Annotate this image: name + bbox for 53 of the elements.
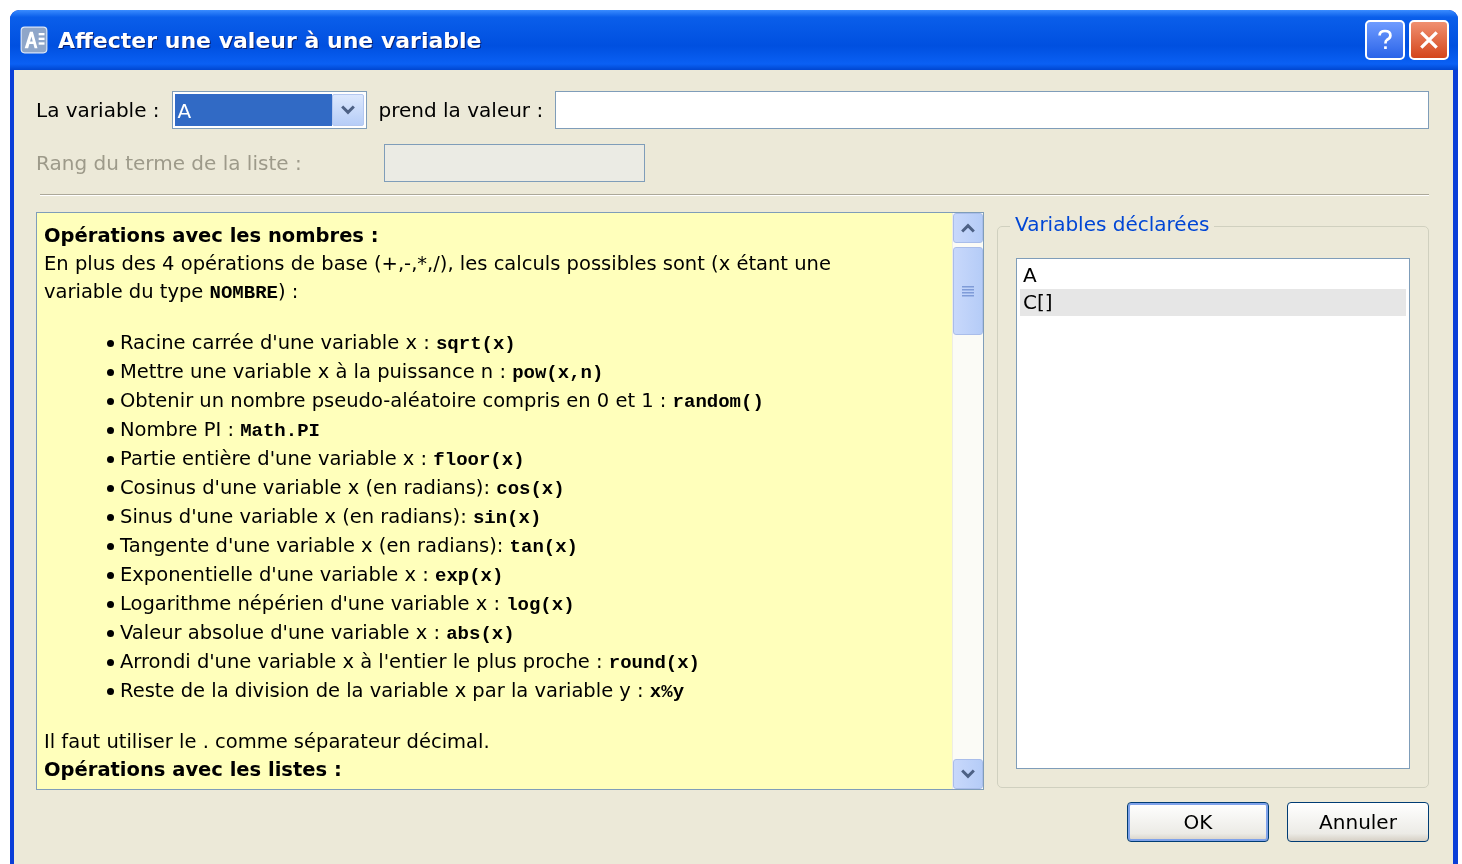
help-list-item: Reste de la division de la variable x par la variable y : x%y [120,678,685,705]
bullet-icon [107,340,114,347]
chevron-up-icon [961,223,975,233]
help-list-item: Arrondi d'une variable x à l'entier le plus proche : round(x) [120,649,700,676]
bullet-icon [107,572,114,579]
help-list-item: Cosinus d'une variable x (en radians): cos(x) [120,475,565,502]
scroll-up-button[interactable] [953,213,983,243]
help-list-item: Partie entière d'une variable x : floor(x) [120,446,525,473]
dialog-button[interactable]: Annuler [1287,802,1429,842]
bullet-icon [107,427,114,434]
app-icon [20,26,48,54]
bullet-icon [107,543,114,550]
close-button[interactable] [1409,20,1449,60]
variable-combo-box[interactable]: A [171,91,367,129]
help-list-item: Racine carrée d'une variable x : sqrt(x) [120,330,516,357]
value-input-field[interactable] [555,91,1429,129]
bullet-icon [107,601,114,608]
close-icon [1418,29,1440,51]
bullet-icon [107,485,114,492]
scrollbar-thumb[interactable] [953,247,983,335]
help-list-item: Sinus d'une variable x (en radians): sin(x) [120,504,542,531]
help-list-item: Mettre une variable x à la puissance n : pow(x,n) [120,359,604,386]
bullet-icon [107,456,114,463]
help-heading: Opérations avec les nombres : [44,223,380,249]
chevron-down-icon [340,105,355,115]
value-label: prend la valeur : [378,98,544,122]
bullet-icon [107,688,114,695]
help-list-item: Valeur absolue d'une variable x : abs(x) [120,620,515,647]
variable-list-item[interactable]: C[] [1020,289,1406,316]
help-list-item: Obtenir un nombre pseudo-aléatoire compris en 0 et 1 : random() [120,388,764,415]
bullet-icon [107,659,114,666]
help-heading: Opérations avec les listes : [44,757,343,783]
help-button[interactable] [1365,20,1405,60]
bullet-icon [107,369,114,376]
grip-icon [962,285,974,297]
scroll-down-button[interactable] [953,759,983,789]
bullet-icon [107,630,114,637]
help-note: Il faut utiliser le . comme séparateur décimal. [44,729,491,755]
rank-label: Rang du terme de la liste : [36,151,303,175]
bullet-icon [107,514,114,521]
window-title: Affecter une valeur à une variable [58,27,483,53]
variable-list-item[interactable]: A [1020,262,1406,289]
help-list-item: Exponentielle d'une variable x : exp(x) [120,562,504,589]
help-list-item: Nombre PI : Math.PI [120,417,320,444]
help-paragraph: En plus des 4 opérations de base (+,-,*,/), les calculs possibles sont (x étant une variable du type NOMBRE) : [44,251,832,306]
dropdown-button[interactable] [331,94,364,126]
bullet-icon [107,398,114,405]
help-list-item: Tangente d'une variable x (en radians): tan(x) [120,533,578,560]
help-list-item: Logarithme népérien d'une variable x : log(x) [120,591,575,618]
chevron-down-icon [961,769,975,779]
variable-label: La variable : [36,98,160,122]
vertical-scrollbar[interactable] [952,213,983,789]
dialog-button[interactable]: OK [1127,802,1269,842]
